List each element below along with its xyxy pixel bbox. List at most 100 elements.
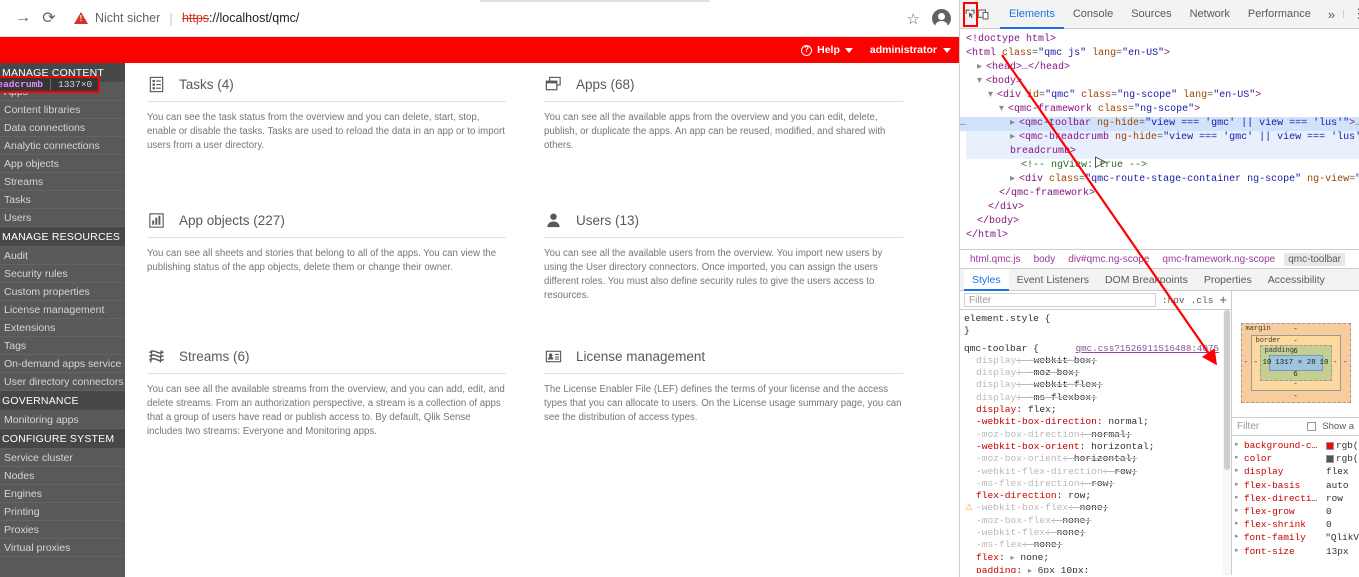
- css-property-value[interactable]: -webkit-box;: [1028, 355, 1097, 366]
- css-property-value[interactable]: normal;: [1108, 416, 1148, 427]
- dom-node-line[interactable]: <!doctype html>: [966, 33, 1359, 47]
- dom-node-line[interactable]: </div>: [966, 201, 1359, 215]
- dom-node-line[interactable]: ▸ <div class="qmc-route-stage-container n…: [966, 173, 1359, 187]
- computed-property-row[interactable]: ▸ flex-shrink 0: [1235, 518, 1359, 531]
- css-property-name[interactable]: -moz-box-direction: [964, 429, 1080, 441]
- scrollbar-thumb[interactable]: [1224, 310, 1230, 470]
- dom-breadcrumb-bar[interactable]: html.qmc.js body div#qmc.ng-scope qmc-frame…: [960, 249, 1359, 269]
- margin-left-value[interactable]: -: [1244, 359, 1249, 367]
- dom-tree[interactable]: <!doctype html> <html class="qmc js" lang…: [960, 29, 1359, 249]
- css-declaration[interactable]: -moz-box-flex: none;: [964, 515, 1231, 527]
- css-declaration[interactable]: display: -moz-box;: [964, 367, 1231, 379]
- sidebar-item-app-objects[interactable]: App objects: [0, 155, 125, 173]
- computed-properties-list[interactable]: ▸ background-c… rgb(▸ color rgb(▸ display flex…: [1232, 436, 1359, 558]
- css-property-value[interactable]: none;: [1062, 515, 1091, 526]
- rule-selector[interactable]: qmc-toolbar {: [964, 343, 1039, 354]
- css-property-name[interactable]: display: [964, 379, 1016, 391]
- sidebar-item-license-management[interactable]: License management: [0, 301, 125, 319]
- dom-node-line[interactable]: breadcrumb>: [966, 145, 1359, 159]
- css-declaration[interactable]: -webkit-box-direction: normal;: [964, 416, 1231, 428]
- css-property-name[interactable]: padding: [964, 565, 1016, 573]
- element-style-close[interactable]: }: [964, 325, 1231, 337]
- css-property-value[interactable]: none;: [1080, 502, 1109, 513]
- css-declaration[interactable]: -webkit-flex: none;: [964, 527, 1231, 539]
- css-declaration[interactable]: -moz-box-direction: normal;: [964, 429, 1231, 441]
- styles-scrollbar[interactable]: [1223, 310, 1231, 575]
- css-declaration[interactable]: display: -webkit-flex;: [964, 379, 1231, 391]
- hov-toggle[interactable]: :hov: [1162, 295, 1185, 306]
- computed-property-row[interactable]: ▸ font-size 13px: [1235, 545, 1359, 558]
- more-options-icon[interactable]: ⋮: [1343, 7, 1359, 20]
- css-declarations[interactable]: element.style {} qmc-toolbar {qmc.css?152…: [960, 310, 1231, 573]
- sidebar-item-custom-properties[interactable]: Custom properties: [0, 283, 125, 301]
- sidebar-item-extensions[interactable]: Extensions: [0, 319, 125, 337]
- computed-property-row[interactable]: ▸ flex-basis auto: [1235, 479, 1359, 492]
- expand-arrow-icon[interactable]: ▸: [1235, 531, 1244, 544]
- expand-arrow-icon[interactable]: ▸: [1235, 518, 1244, 531]
- sidebar-item-tasks[interactable]: Tasks: [0, 191, 125, 209]
- dom-node-line[interactable]: ▾ <qmc-framework class="ng-scope">: [966, 103, 1359, 117]
- dom-ellipsis-icon[interactable]: …: [960, 117, 967, 131]
- css-declaration[interactable]: display: -webkit-box;: [964, 355, 1231, 367]
- overview-card[interactable]: Apps (68) You can see all the available a…: [544, 75, 941, 185]
- overview-card[interactable]: Tasks (4) You can see the task status fro…: [147, 75, 544, 185]
- css-property-name[interactable]: -webkit-flex: [964, 527, 1045, 539]
- sidebar-item-proxies[interactable]: Proxies: [0, 521, 125, 539]
- sidebar-item-user-directory-connectors[interactable]: User directory connectors: [0, 373, 125, 391]
- dom-breadcrumb-item[interactable]: qmc-toolbar: [1284, 252, 1346, 266]
- css-property-value[interactable]: none;: [1057, 527, 1086, 538]
- computed-property-row[interactable]: ▸ font-family "QlikV: [1235, 531, 1359, 544]
- css-declaration[interactable]: -webkit-flex-direction: row;: [964, 466, 1231, 478]
- styles-tab-bar[interactable]: Styles Event Listeners DOM Breakpoints Prop…: [960, 268, 1359, 291]
- overview-card[interactable]: App objects (227) You can see all sheets …: [147, 211, 544, 321]
- url-scheme[interactable]: https: [182, 11, 209, 25]
- profile-avatar-icon[interactable]: [932, 9, 951, 29]
- dom-breadcrumb-item[interactable]: body: [1030, 253, 1060, 266]
- styles-filter-input[interactable]: Filter: [964, 293, 1156, 307]
- css-declaration[interactable]: -moz-box-orient: horizontal;: [964, 453, 1231, 465]
- margin-top-value[interactable]: -: [1293, 326, 1298, 334]
- css-declaration[interactable]: flex: ▸ none;: [964, 552, 1231, 565]
- padding-bottom-value[interactable]: 6: [1293, 371, 1298, 379]
- sidebar-item-service-cluster[interactable]: Service cluster: [0, 449, 125, 467]
- css-property-value[interactable]: row;: [1091, 478, 1114, 489]
- css-property-name[interactable]: display: [964, 404, 1016, 416]
- css-declaration[interactable]: -ms-flex-direction: row;: [964, 478, 1231, 490]
- css-property-value[interactable]: row;: [1114, 466, 1137, 477]
- css-property-name[interactable]: -webkit-box-flex: [964, 502, 1068, 514]
- styles-tab-styles[interactable]: Styles: [964, 268, 1009, 291]
- sidebar-item-audit[interactable]: Audit: [0, 247, 125, 265]
- more-tabs-icon[interactable]: »: [1320, 7, 1343, 22]
- url-path[interactable]: ://localhost/qmc/: [209, 11, 299, 25]
- dom-node-line[interactable]: ▸ <qmc-breadcrumb ng-hide="view === 'gmc'…: [966, 131, 1359, 145]
- dom-node-line[interactable]: </qmc-framework>: [966, 187, 1359, 201]
- sidebar-item-content-libraries[interactable]: Content libraries: [0, 101, 125, 119]
- computed-filter-input[interactable]: Filter: [1237, 421, 1301, 432]
- border-left-value[interactable]: -: [1254, 359, 1259, 367]
- expand-arrow-icon[interactable]: ▸: [1028, 567, 1032, 573]
- css-property-value[interactable]: 6px 10px;: [1038, 565, 1090, 573]
- expand-arrow-icon[interactable]: ▸: [1235, 505, 1244, 518]
- dom-node-line[interactable]: <!-- ngView: true -->: [966, 159, 1359, 173]
- computed-property-row[interactable]: ▸ flex-grow 0: [1235, 505, 1359, 518]
- styles-tab-dom-breakpoints[interactable]: DOM Breakpoints: [1097, 269, 1196, 291]
- devtools-tab-console[interactable]: Console: [1064, 0, 1122, 29]
- css-declaration[interactable]: -webkit-box-orient: horizontal;: [964, 441, 1231, 453]
- security-indicator[interactable]: Nicht sicher |: [74, 10, 182, 26]
- padding-right-value[interactable]: 10: [1319, 359, 1328, 367]
- css-declaration[interactable]: display: flex;: [964, 404, 1231, 416]
- dom-node-line[interactable]: ▸ <head>…</head>: [966, 61, 1359, 75]
- overview-card[interactable]: License management The License Enabler Fi…: [544, 347, 941, 439]
- dom-breadcrumb-item[interactable]: div#qmc.ng-scope: [1064, 253, 1153, 266]
- new-style-rule-button[interactable]: +: [1219, 293, 1227, 306]
- expand-arrow-icon[interactable]: ▸: [1235, 479, 1244, 492]
- computed-property-row[interactable]: ▸ display flex: [1235, 465, 1359, 478]
- css-property-value[interactable]: -moz-box;: [1028, 367, 1080, 378]
- css-declaration[interactable]: -ms-flex: none;: [964, 539, 1231, 551]
- css-property-name[interactable]: display: [964, 367, 1016, 379]
- css-property-name[interactable]: -webkit-box-direction: [964, 416, 1097, 428]
- sidebar-item-streams[interactable]: Streams: [0, 173, 125, 191]
- css-property-value[interactable]: horizontal;: [1074, 453, 1137, 464]
- dom-node-selected[interactable]: ▸ <qmc-toolbar ng-hide="view === 'gmc' ||…: [960, 117, 1359, 131]
- devtools-tab-sources[interactable]: Sources: [1122, 0, 1180, 29]
